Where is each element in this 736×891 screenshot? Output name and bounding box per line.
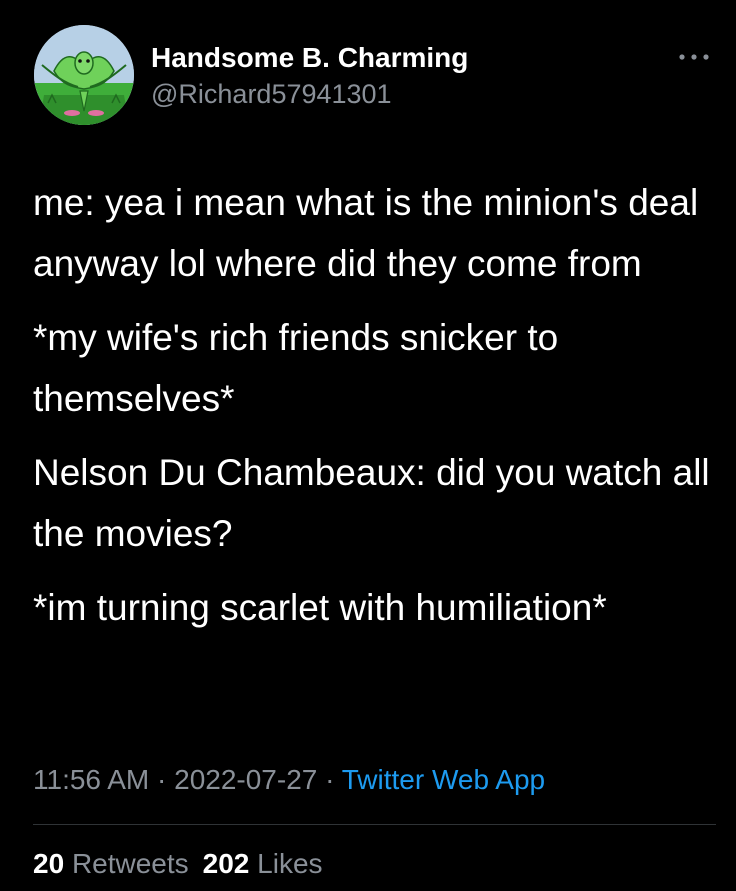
- more-dots-icon: [679, 54, 709, 60]
- likes-label: Likes: [257, 848, 323, 879]
- tweet-card: Handsome B. Charming @Richard57941301 me…: [0, 0, 736, 891]
- tweet-paragraph: *im turning scarlet with humiliation*: [33, 587, 607, 628]
- retweets-stat[interactable]: 20 Retweets: [33, 848, 189, 879]
- tweet-metadata: 11:56 AM · 2022-07-27 · Twitter Web App: [33, 762, 545, 798]
- tweet-text: me: yea i mean what is the minion's deal…: [33, 172, 723, 651]
- display-name[interactable]: Handsome B. Charming: [151, 40, 468, 76]
- tweet-paragraph: *my wife's rich friends snicker to thems…: [33, 317, 559, 419]
- tweet-date[interactable]: 2022-07-27: [174, 764, 317, 795]
- retweets-count: 20: [33, 848, 65, 879]
- avatar[interactable]: [34, 25, 134, 125]
- tweet-time[interactable]: 11:56 AM: [33, 764, 149, 795]
- tweet-paragraph: me: yea i mean what is the minion's deal…: [33, 182, 699, 284]
- tweet-source-link[interactable]: Twitter Web App: [342, 764, 545, 795]
- green-cartoon-creature-avatar-icon: [34, 25, 134, 125]
- user-handle[interactable]: @Richard57941301: [151, 77, 468, 111]
- tweet-paragraph: Nelson Du Chambeaux: did you watch all t…: [33, 452, 710, 554]
- tweet-stats: 20 Retweets 202 Likes: [33, 846, 323, 882]
- meta-separator: ·: [317, 764, 342, 795]
- more-options-button[interactable]: [672, 45, 716, 69]
- divider: [33, 824, 716, 825]
- meta-separator: ·: [149, 764, 175, 795]
- likes-stat[interactable]: 202 Likes: [203, 848, 323, 879]
- retweets-label: Retweets: [71, 848, 189, 879]
- author-info[interactable]: Handsome B. Charming @Richard57941301: [151, 40, 468, 111]
- likes-count: 202: [202, 848, 250, 879]
